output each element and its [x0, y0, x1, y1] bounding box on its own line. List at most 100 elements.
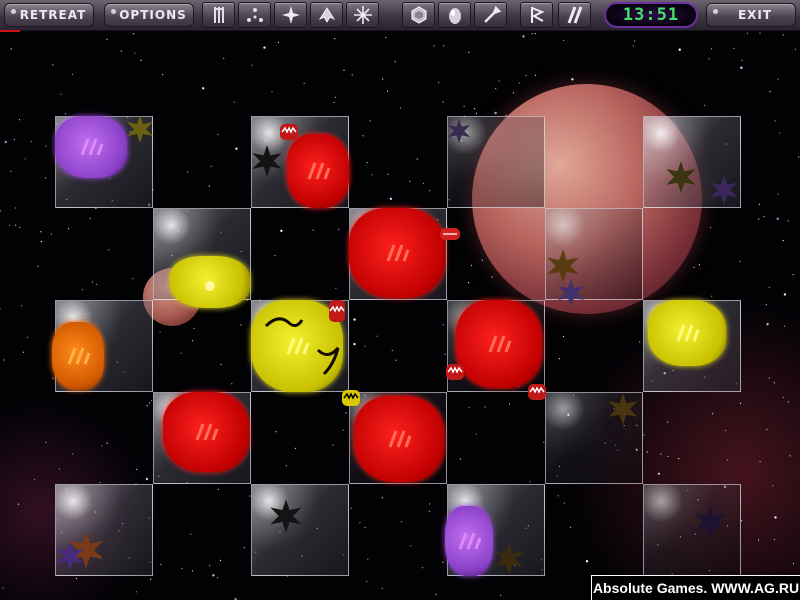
star	[428, 189, 431, 192]
stripes-tool-button[interactable]	[558, 2, 591, 28]
star	[338, 228, 340, 230]
wrench-tool-button[interactable]	[474, 2, 507, 28]
star	[148, 402, 150, 404]
star	[24, 158, 26, 160]
chomper-enemy[interactable]	[528, 384, 546, 400]
star	[64, 113, 66, 115]
star	[4, 140, 8, 144]
spiky-star-icon	[558, 279, 584, 307]
chomper-enemy[interactable]	[446, 364, 464, 380]
star	[534, 33, 536, 35]
star	[773, 382, 776, 384]
star	[274, 254, 276, 257]
claw-tool-button[interactable]	[202, 2, 235, 28]
star	[202, 87, 205, 90]
yellow-creature[interactable]	[170, 256, 250, 308]
game-board[interactable]: Absolute Games. WWW.AG.RU	[0, 32, 800, 600]
star	[193, 327, 195, 329]
star	[399, 107, 402, 109]
star	[643, 434, 645, 436]
star	[345, 412, 347, 414]
exit-button-light	[713, 9, 718, 14]
star	[364, 345, 366, 347]
star	[468, 51, 470, 53]
star	[99, 481, 101, 484]
stripes-mark-icon	[307, 162, 331, 180]
sparkle-tool-button[interactable]	[346, 2, 379, 28]
star	[634, 40, 636, 42]
star	[351, 74, 353, 76]
star	[475, 112, 478, 114]
gem-tool-button[interactable]	[402, 2, 435, 28]
star	[381, 587, 383, 589]
star	[2, 587, 4, 589]
countdown-timer: 13:51	[604, 2, 698, 28]
star	[512, 92, 515, 94]
star	[632, 45, 634, 47]
star	[382, 78, 384, 80]
orange-creature[interactable]	[52, 322, 104, 390]
star	[44, 177, 47, 179]
purple-creature[interactable]	[55, 116, 127, 178]
red-creature[interactable]	[349, 208, 445, 298]
spiky-star-icon	[666, 161, 696, 193]
star	[792, 274, 794, 276]
red-creature[interactable]	[163, 392, 249, 472]
star	[72, 453, 74, 455]
red-creature[interactable]	[456, 300, 542, 388]
exit-button[interactable]: EXIT	[706, 3, 796, 27]
burst-tool-button[interactable]	[274, 2, 307, 28]
star	[30, 140, 32, 143]
star	[75, 578, 78, 580]
star	[52, 64, 54, 66]
star	[421, 567, 424, 569]
scatter-tool-button[interactable]	[238, 2, 271, 28]
star	[13, 138, 15, 140]
chomper-enemy[interactable]	[280, 124, 298, 140]
orb-icon	[205, 281, 215, 291]
star	[646, 451, 648, 453]
star	[366, 580, 368, 582]
star	[376, 335, 378, 337]
star	[190, 533, 192, 535]
stripes-mark-icon	[458, 532, 482, 550]
star	[364, 526, 366, 529]
star	[136, 468, 138, 470]
ship-tool-button[interactable]	[310, 2, 343, 28]
star	[758, 218, 760, 220]
stripes-mark-icon	[388, 430, 412, 448]
red-creature[interactable]	[354, 396, 444, 482]
purple-creature[interactable]	[445, 506, 493, 576]
flag-tool-button[interactable]	[520, 2, 553, 28]
star	[710, 227, 712, 229]
star	[10, 48, 12, 50]
egg-tool-button[interactable]	[438, 2, 471, 28]
retreat-button[interactable]: RETREAT	[4, 3, 94, 27]
star	[71, 73, 74, 75]
star	[101, 445, 103, 447]
star	[495, 87, 497, 90]
star	[20, 305, 22, 307]
red-creature[interactable]	[287, 134, 349, 208]
star	[334, 96, 336, 98]
star	[191, 570, 193, 572]
star	[285, 465, 287, 467]
options-button[interactable]: OPTIONS	[104, 3, 194, 27]
star	[243, 547, 245, 549]
star	[725, 429, 727, 432]
star	[758, 203, 761, 205]
spiky-star-icon	[127, 115, 153, 143]
spiky-star-icon	[252, 145, 282, 177]
chomper-enemy[interactable]	[342, 390, 360, 406]
star	[217, 488, 219, 490]
wrench-tool-icon	[483, 5, 501, 23]
star	[180, 352, 182, 354]
star	[777, 78, 779, 80]
star	[774, 120, 776, 122]
star	[766, 428, 768, 431]
teeth-icon	[443, 233, 457, 235]
yellow-creature[interactable]	[648, 300, 726, 366]
star	[240, 324, 242, 326]
star	[8, 224, 10, 226]
chomper-enemy[interactable]	[440, 228, 460, 240]
